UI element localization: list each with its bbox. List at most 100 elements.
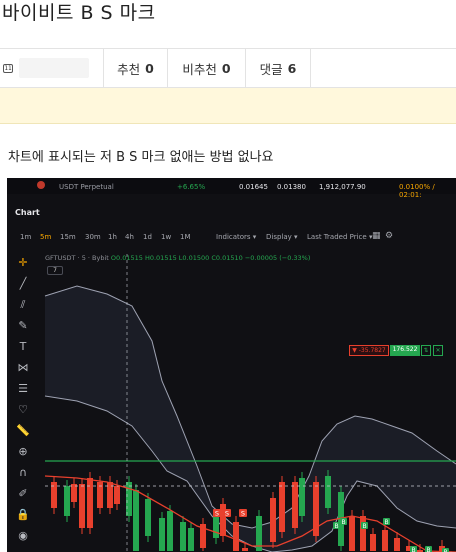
eye-icon[interactable]: ◉	[16, 529, 30, 543]
author-badge-icon: 11	[3, 63, 13, 73]
comment-count[interactable]: 댓글 6	[245, 48, 311, 88]
sell-marker-label: S	[225, 510, 229, 518]
menu-indicators[interactable]: Indicators ▾	[216, 233, 256, 241]
comment-label: 댓글	[259, 61, 283, 77]
sell-marker: S	[213, 509, 221, 518]
ticker-change: +6.65%	[177, 183, 206, 191]
close-position-icon[interactable]: ✕	[433, 345, 443, 356]
ticker-value-1: 0.01645	[239, 183, 268, 191]
lock-icon[interactable]: 🔒	[16, 508, 30, 522]
candle-body	[188, 528, 194, 551]
candle-body	[159, 518, 165, 551]
candle-body	[292, 482, 298, 528]
buy-marker: B	[442, 548, 449, 552]
settings-icon[interactable]: ⚙	[385, 231, 393, 241]
drawing-tool-rail: ✛ ╱ ⫽ ✎ T ⋈ ☰ ♡ 📏 ⊕ ∩ ✐ 🔒 ◉	[7, 250, 37, 552]
timeframe-30m[interactable]: 30m	[85, 233, 101, 241]
candle	[167, 505, 173, 551]
candle-body	[87, 478, 93, 528]
buy-marker-label: B	[334, 523, 338, 530]
heart-icon[interactable]: ♡	[16, 403, 30, 417]
candle	[233, 516, 239, 551]
sell-marker: S	[223, 509, 231, 518]
parallel-channel-icon[interactable]: ⫽	[16, 298, 30, 312]
layout-icon[interactable]: ▦	[372, 231, 381, 241]
sell-marker: S	[239, 509, 247, 518]
comment-value: 6	[287, 60, 297, 76]
buy-marker: B	[383, 518, 390, 526]
candle-body	[370, 534, 376, 551]
menu-display[interactable]: Display ▾	[266, 233, 298, 241]
candle	[299, 472, 305, 522]
timeframe-1h[interactable]: 1h	[108, 233, 117, 241]
recommend-label: 추천	[117, 61, 141, 77]
buy-marker-label: B	[426, 547, 430, 552]
chart-toolbar: 1m 5m 15m 30m 1h 4h 1d 1w 1M Indicators ▾ Display …	[7, 228, 456, 246]
timeframe-15m[interactable]: 15m	[60, 233, 76, 241]
coin-logo-icon	[37, 181, 45, 189]
candle-body	[180, 522, 186, 551]
candlestick-chart[interactable]: SSSBBBBBBBBB	[37, 246, 456, 552]
buy-marker-label: B	[341, 519, 345, 526]
timeframe-1m[interactable]: 1m	[20, 233, 31, 241]
post-meta-bar: 11 추천 0 비추천 0 댓글 6	[0, 48, 456, 88]
candle-body	[270, 498, 276, 542]
timeframe-5m[interactable]: 5m	[40, 233, 51, 241]
candle-body	[325, 476, 331, 508]
author-name-placeholder[interactable]	[19, 58, 89, 78]
candle-body	[242, 548, 248, 551]
timeframe-1w[interactable]: 1w	[161, 233, 171, 241]
candle-body	[145, 499, 151, 536]
candle	[256, 510, 262, 551]
menu-last-traded-price[interactable]: Last Traded Price ▾	[307, 233, 372, 241]
candle	[360, 510, 366, 551]
zoom-in-icon[interactable]: ⊕	[16, 445, 30, 459]
candle-body	[349, 516, 355, 551]
recommend-value: 0	[145, 60, 154, 76]
sell-marker-label: S	[215, 510, 219, 518]
candle	[382, 524, 388, 551]
text-icon[interactable]: T	[16, 340, 30, 354]
buy-marker-label: B	[411, 547, 415, 552]
ruler-icon[interactable]: 📏	[16, 424, 30, 438]
buy-marker: B	[410, 546, 417, 552]
post-body-text: 차트에 표시되는 저 B S 마크 없애는 방법 없나요	[8, 150, 274, 165]
magnet-icon[interactable]: ∩	[16, 466, 30, 480]
candle-body	[299, 478, 305, 516]
timeframe-1d[interactable]: 1d	[143, 233, 152, 241]
timeframe-1M[interactable]: 1M	[180, 233, 191, 241]
buy-marker: B	[333, 522, 340, 530]
candle	[200, 518, 206, 551]
candle	[145, 493, 151, 542]
candle	[79, 478, 85, 534]
buy-price-tag[interactable]: 176.522	[390, 345, 420, 356]
lock-draw-icon[interactable]: ✐	[16, 487, 30, 501]
pattern-icon[interactable]: ⋈	[16, 361, 30, 375]
recommend-count[interactable]: 추천 0	[103, 48, 167, 88]
ticker-funding: 0.0100% / 02:01:	[399, 183, 435, 199]
sell-price-tag[interactable]: ▼ -35.7827	[349, 345, 389, 356]
buy-marker-label: B	[362, 523, 366, 530]
post-title: 바이비트 B S 마크	[2, 2, 156, 24]
fib-icon[interactable]: ☰	[16, 382, 30, 396]
timeframe-4h[interactable]: 4h	[125, 233, 134, 241]
reverse-position-icon[interactable]: ⇅	[421, 345, 431, 356]
candle	[270, 492, 276, 548]
candle	[87, 472, 93, 534]
candle	[71, 478, 77, 508]
brush-icon[interactable]: ✎	[16, 319, 30, 333]
bollinger-band-fill	[45, 286, 456, 552]
crosshair-icon[interactable]: ✛	[16, 256, 30, 270]
ticker-pair: USDT Perpetual	[59, 183, 114, 191]
candle-body	[394, 538, 400, 551]
candle-body	[126, 482, 132, 516]
sell-marker-label: S	[241, 510, 245, 518]
candle	[51, 476, 57, 514]
candle-body	[71, 484, 77, 502]
trend-line-icon[interactable]: ╱	[16, 277, 30, 291]
not-recommend-label: 비추천	[182, 61, 217, 77]
candle-body	[233, 522, 239, 551]
not-recommend-count[interactable]: 비추천 0	[167, 48, 245, 88]
ticker-value-2: 0.01380	[277, 183, 306, 191]
candle	[159, 512, 165, 551]
